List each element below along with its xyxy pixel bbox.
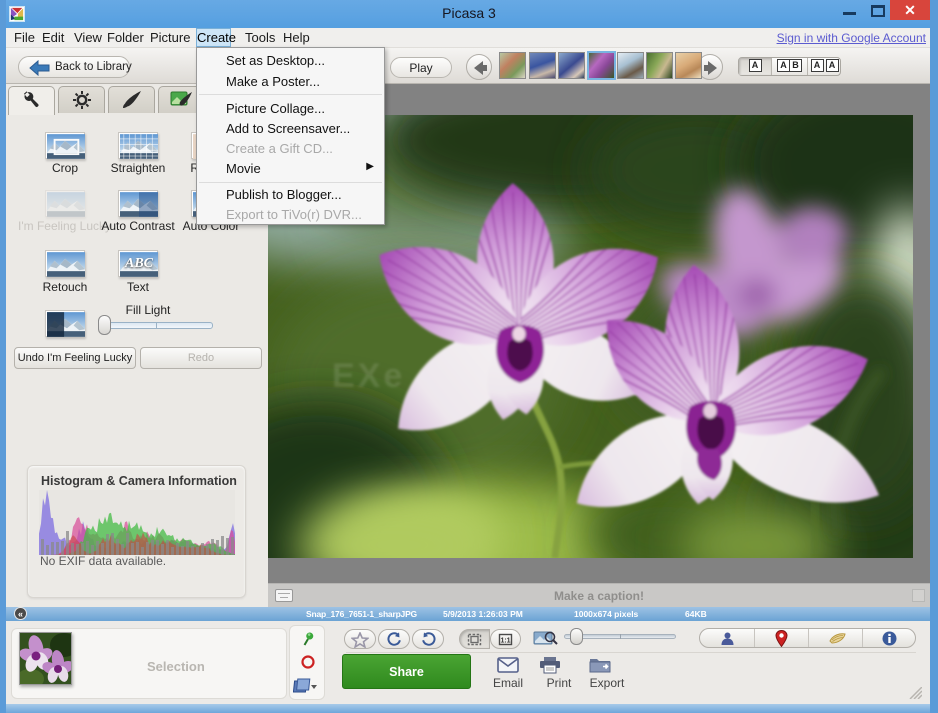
svg-text:1:1: 1:1 — [500, 638, 510, 645]
svg-text:EXe: EXe — [332, 357, 405, 395]
